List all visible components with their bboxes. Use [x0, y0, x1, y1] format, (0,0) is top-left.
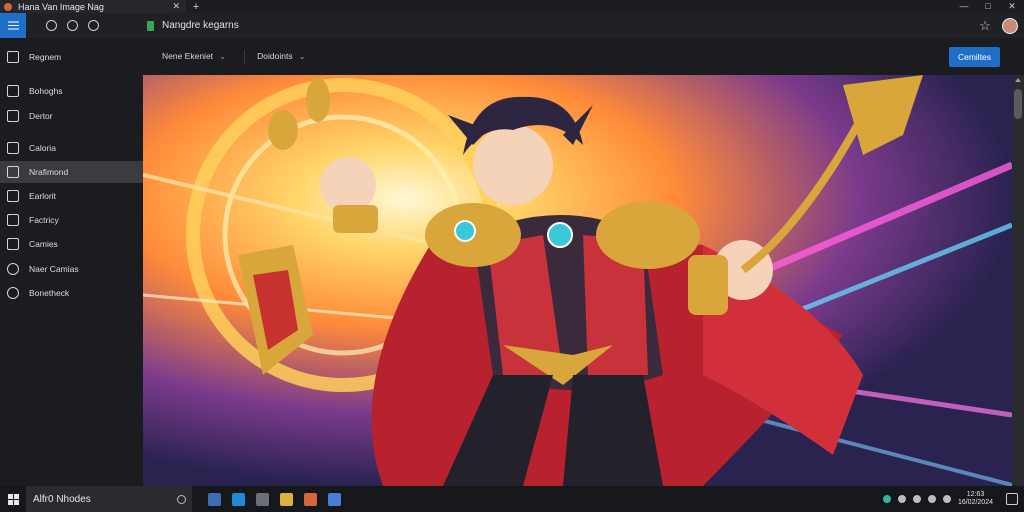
sidebar-item-label: Bohoghs [29, 86, 63, 96]
url-text: Nangdre kegarns [162, 20, 239, 31]
scroll-up-icon[interactable] [1015, 78, 1021, 82]
chevron-down-icon: ⌄ [219, 51, 227, 61]
clock-time: 12:63 [966, 491, 985, 498]
header-dropdown-2[interactable]: Doidoints ⌄ [257, 51, 306, 62]
chat-icon[interactable] [328, 492, 341, 506]
sidebar-item-6[interactable]: Factricy [0, 209, 143, 231]
tab-title: Hana Van Image Nag [18, 1, 104, 12]
circle-icon [7, 287, 19, 299]
list-icon [7, 85, 19, 97]
files-icon[interactable] [280, 492, 293, 506]
sidebar: Regnem Bohoghs Dertor Caloria Nrafimond … [0, 38, 143, 486]
edge-icon[interactable] [232, 492, 245, 506]
app-window: Hana Van Image Nag ✕ + — □ ✕ Nangdre keg… [0, 0, 1024, 512]
sidebar-item-label: Caloria [29, 143, 56, 153]
sidebar-item-4[interactable]: Nrafimond [0, 161, 143, 183]
sidebar-item-3[interactable]: Caloria [0, 137, 143, 159]
minimize-button[interactable]: — [952, 0, 976, 13]
tab-strip: Hana Van Image Nag ✕ + — □ ✕ [0, 0, 1024, 13]
close-button[interactable]: ✕ [1000, 0, 1024, 13]
clock-date: 16/02/2024 [957, 499, 993, 506]
refresh-icon[interactable] [46, 20, 57, 31]
sidebar-item-0[interactable]: Regnem [0, 46, 143, 68]
sidebar-item-1[interactable]: Bohoghs [0, 80, 143, 102]
maximize-button[interactable]: □ [976, 0, 1000, 13]
browser-toolbar: Nangdre kegarns ☆ [0, 13, 1024, 38]
nav-buttons [46, 20, 99, 31]
content-header: Nene Ekeniet ⌄ Doidoints ⌄ Cemiltes [143, 38, 1024, 75]
image-icon [7, 166, 19, 178]
sidebar-item-9[interactable]: Bonetheck [0, 282, 143, 304]
windows-icon [7, 493, 19, 505]
header-dropdown-2-label: Doidoints [257, 51, 293, 61]
start-button[interactable] [0, 486, 26, 512]
menu-icon [7, 24, 19, 27]
primary-action-button[interactable]: Cemiltes [949, 46, 1000, 67]
wifi-icon[interactable] [897, 495, 906, 503]
globe-icon[interactable] [88, 20, 99, 31]
header-dropdown-1-label: Nene Ekeniet [162, 51, 214, 61]
system-tray: 12:63 16/02/2024 [882, 491, 1018, 507]
taskbar-apps [208, 492, 341, 506]
battery-icon[interactable] [927, 495, 936, 503]
avatar[interactable] [1002, 17, 1018, 34]
info-icon [7, 263, 19, 275]
address-bar[interactable]: Nangdre kegarns [147, 13, 973, 38]
artwork-illustration [143, 75, 1012, 486]
vertical-scrollbar[interactable] [1012, 75, 1024, 486]
secure-icon [147, 20, 154, 31]
volume-icon[interactable] [912, 495, 921, 503]
sidebar-item-label: Nrafimond [29, 167, 69, 177]
sidebar-item-5[interactable]: Earlorit [0, 185, 143, 207]
sidebar-item-8[interactable]: Naer Camias [0, 258, 143, 280]
store-icon[interactable] [256, 492, 269, 506]
taskbar: Alfr0 Nhodes 12:63 16/02/2024 [0, 486, 1024, 512]
sidebar-item-label: Dertor [29, 111, 53, 121]
divider [244, 49, 246, 64]
sidebar-item-label: Camies [29, 239, 58, 249]
notification-icon[interactable] [1006, 493, 1018, 505]
menu-button[interactable] [0, 13, 26, 38]
favicon-icon [4, 2, 12, 11]
photo-icon [7, 238, 19, 250]
sidebar-item-2[interactable]: Dertor [0, 105, 143, 127]
chevron-down-icon: ⌄ [298, 51, 306, 61]
media-icon[interactable] [304, 492, 317, 506]
folder-icon [7, 142, 19, 154]
sidebar-item-label: Naer Camias [29, 264, 79, 274]
sidebar-item-7[interactable]: Camies [0, 233, 143, 255]
network-icon[interactable] [882, 495, 891, 503]
star-icon[interactable]: ☆ [973, 18, 997, 34]
taskview-icon[interactable] [208, 492, 221, 506]
taskbar-search[interactable]: Alfr0 Nhodes [26, 486, 192, 512]
artwork-image [143, 75, 1012, 486]
window-controls: — □ ✕ [952, 0, 1024, 13]
browser-tab[interactable]: Hana Van Image Nag ✕ [0, 0, 186, 13]
history-icon[interactable] [67, 20, 78, 31]
sidebar-item-label: Bonetheck [29, 288, 70, 298]
shield-icon [7, 214, 19, 226]
search-icon [177, 494, 186, 504]
pen-icon [7, 51, 19, 63]
search-text: Alfr0 Nhodes [33, 493, 91, 505]
new-tab-button[interactable]: + [186, 1, 206, 13]
sidebar-item-label: Earlorit [29, 191, 56, 201]
tab-close-icon[interactable]: ✕ [172, 1, 180, 12]
sidebar-item-label: Factricy [29, 215, 59, 225]
sidebar-item-label: Regnem [29, 52, 62, 62]
scroll-thumb[interactable] [1014, 89, 1022, 119]
clock[interactable]: 12:63 16/02/2024 [958, 491, 993, 507]
language-icon[interactable] [942, 495, 951, 503]
doc-icon [7, 190, 19, 202]
square-icon [7, 110, 19, 122]
header-dropdown-1[interactable]: Nene Ekeniet ⌄ [162, 51, 226, 62]
